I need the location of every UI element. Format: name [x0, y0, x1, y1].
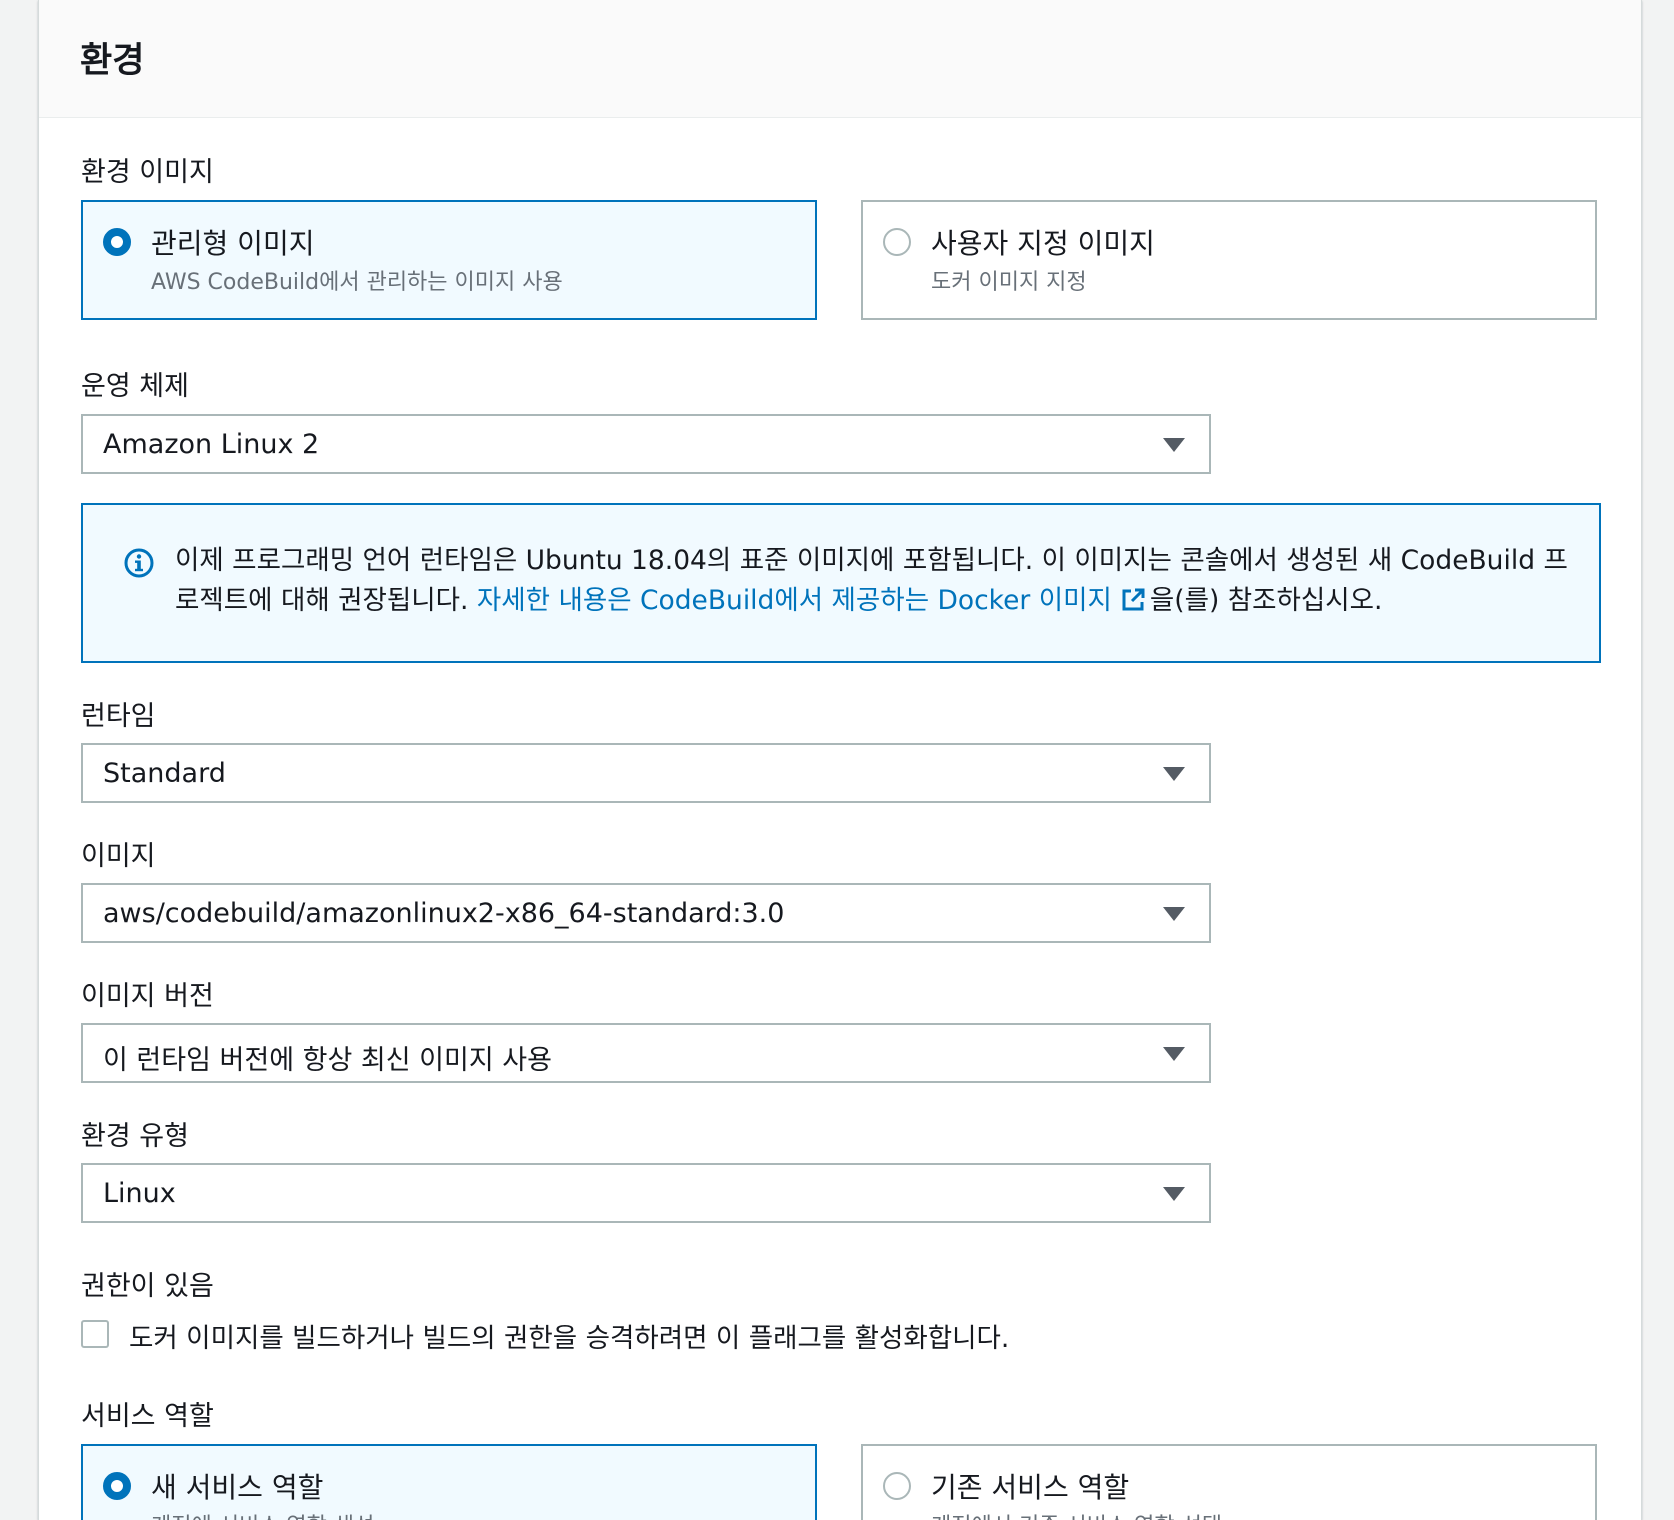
runtime-select[interactable]: Standard — [81, 743, 1211, 803]
panel-title: 환경 — [80, 41, 145, 81]
panel-header: 환경 — [39, 0, 1641, 118]
custom-image-title: 사용자 지정 이미지 — [931, 227, 1155, 260]
docker-images-link-text: 자세한 내용은 CodeBuild에서 제공하는 Docker 이미지 — [476, 585, 1112, 616]
managed-image-title: 관리형 이미지 — [151, 227, 315, 260]
info-alert-text: 이제 프로그래밍 언어 런타임은 Ubuntu 18.04의 표준 이미지에 포… — [175, 541, 1575, 621]
caret-down-icon — [1163, 1047, 1185, 1061]
privileged-label: 권한이 있음 — [81, 1271, 214, 1302]
image-version-value: 이 런타임 버전에 항상 최신 이미지 사용 — [103, 1045, 552, 1076]
operating-system-value: Amazon Linux 2 — [103, 429, 320, 460]
environment-type-label: 환경 유형 — [81, 1121, 189, 1152]
image-version-select[interactable]: 이 런타임 버전에 항상 최신 이미지 사용 — [81, 1023, 1211, 1083]
info-alert: 이제 프로그래밍 언어 런타임은 Ubuntu 18.04의 표준 이미지에 포… — [81, 503, 1601, 663]
environment-type-select[interactable]: Linux — [81, 1163, 1211, 1223]
new-service-role-title: 새 서비스 역할 — [151, 1471, 324, 1504]
docker-images-link[interactable]: 자세한 내용은 CodeBuild에서 제공하는 Docker 이미지 — [477, 585, 1150, 616]
privileged-checkbox[interactable] — [81, 1320, 109, 1348]
managed-image-radio[interactable] — [103, 228, 131, 256]
environment-panel: 환경 환경 이미지 관리형 이미지 AWS CodeBuild에서 관리하는 이… — [38, 0, 1642, 1520]
existing-service-role-description: 계정에서 기존 서비스 역할 선택 — [931, 1508, 1222, 1520]
operating-system-label: 운영 체제 — [81, 371, 189, 402]
caret-down-icon — [1163, 1187, 1185, 1201]
image-select[interactable]: aws/codebuild/amazonlinux2-x86_64-standa… — [81, 883, 1211, 943]
image-version-label: 이미지 버전 — [81, 981, 214, 1012]
existing-service-role-title: 기존 서비스 역할 — [931, 1471, 1130, 1504]
new-service-role-radio[interactable] — [103, 1472, 131, 1500]
new-service-role-description: 계정에 서비스 역할 생성 — [151, 1508, 374, 1520]
caret-down-icon — [1163, 438, 1185, 452]
custom-image-radio[interactable] — [883, 228, 911, 256]
info-icon — [124, 548, 154, 578]
external-link-icon — [1122, 588, 1145, 611]
managed-image-option[interactable]: 관리형 이미지 AWS CodeBuild에서 관리하는 이미지 사용 — [81, 200, 817, 320]
existing-service-role-radio[interactable] — [883, 1472, 911, 1500]
image-label: 이미지 — [81, 841, 156, 872]
managed-image-description: AWS CodeBuild에서 관리하는 이미지 사용 — [151, 270, 563, 295]
caret-down-icon — [1163, 907, 1185, 921]
runtime-label: 런타임 — [81, 701, 156, 732]
environment-type-value: Linux — [103, 1178, 176, 1209]
service-role-label: 서비스 역할 — [81, 1401, 214, 1432]
operating-system-select[interactable]: Amazon Linux 2 — [81, 414, 1211, 474]
privileged-checkbox-label[interactable]: 도커 이미지를 빌드하거나 빌드의 권한을 승격하려면 이 플래그를 활성화합니… — [129, 1316, 1009, 1355]
existing-service-role-option[interactable]: 기존 서비스 역할 계정에서 기존 서비스 역할 선택 — [861, 1444, 1597, 1520]
alert-text-after: 을(를) 참조하십시오. — [1149, 585, 1383, 616]
custom-image-description: 도커 이미지 지정 — [931, 270, 1087, 295]
new-service-role-option[interactable]: 새 서비스 역할 계정에 서비스 역할 생성 — [81, 1444, 817, 1520]
custom-image-option[interactable]: 사용자 지정 이미지 도커 이미지 지정 — [861, 200, 1597, 320]
caret-down-icon — [1163, 767, 1185, 781]
environment-image-label: 환경 이미지 — [81, 157, 214, 188]
runtime-value: Standard — [103, 758, 226, 789]
image-value: aws/codebuild/amazonlinux2-x86_64-standa… — [103, 898, 785, 929]
